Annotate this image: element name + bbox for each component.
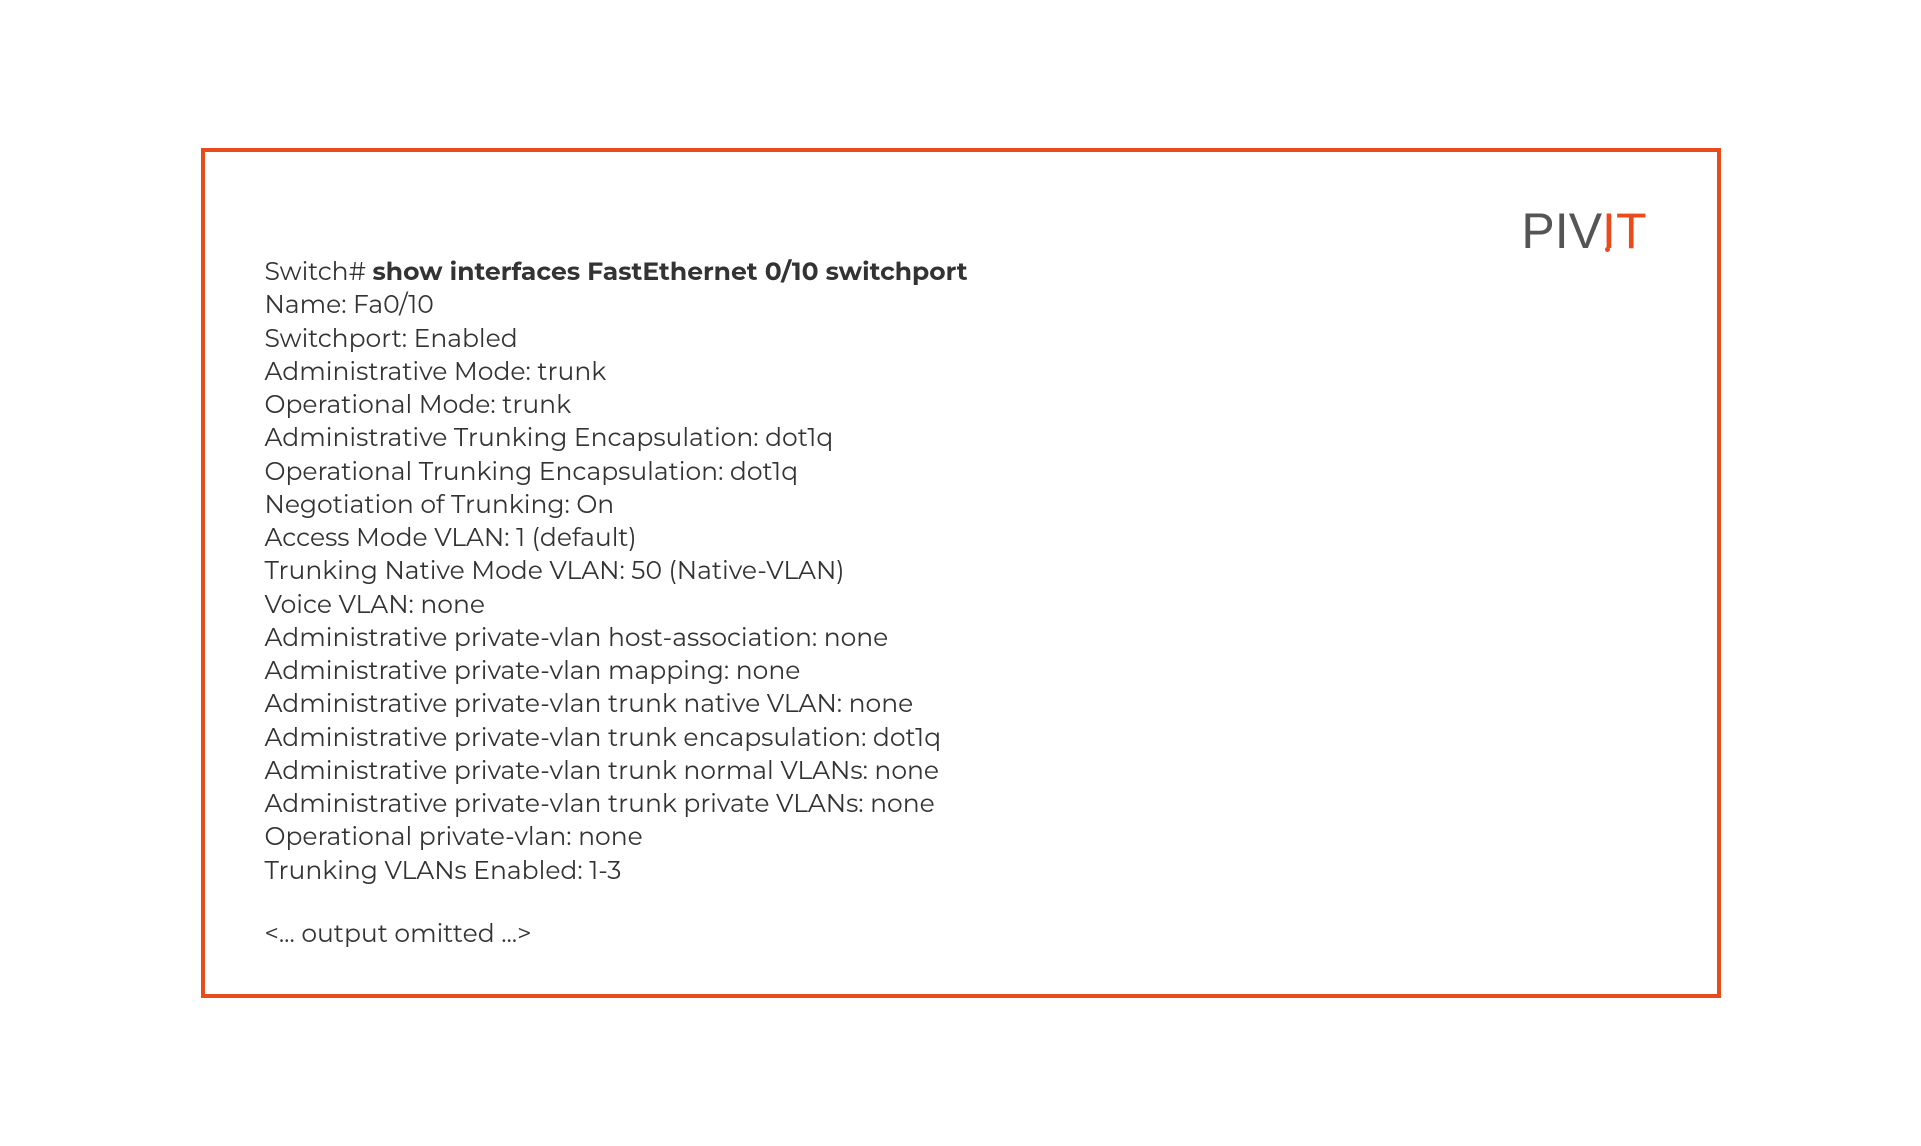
output-line: Negotiation of Trunking: On [265, 490, 1657, 521]
output-line: Administrative Mode: trunk [265, 357, 1657, 388]
pivit-logo: PIVIT [1521, 202, 1646, 260]
output-line: Operational Mode: trunk [265, 390, 1657, 421]
command-line: Switch# show interfaces FastEthernet 0/1… [265, 257, 1657, 288]
terminal-output: Switch# show interfaces FastEthernet 0/1… [265, 257, 1657, 950]
logo-char-t: T [1616, 202, 1647, 260]
output-line: Administrative private-vlan mapping: non… [265, 656, 1657, 687]
output-line: Administrative Trunking Encapsulation: d… [265, 423, 1657, 454]
output-line: Administrative private-vlan trunk normal… [265, 756, 1657, 787]
output-line: Operational private-vlan: none [265, 822, 1657, 853]
output-line: Access Mode VLAN: 1 (default) [265, 523, 1657, 554]
output-line: Name: Fa0/10 [265, 290, 1657, 321]
output-omitted: <... output omitted ...> [265, 919, 1657, 950]
output-line: Switchport: Enabled [265, 324, 1657, 355]
output-line: Administrative private-vlan host-associa… [265, 623, 1657, 654]
output-line: Trunking VLANs Enabled: 1-3 [265, 856, 1657, 887]
output-line: Administrative private-vlan trunk native… [265, 689, 1657, 720]
logo-char-i1: I [1555, 202, 1569, 260]
output-line: Trunking Native Mode VLAN: 50 (Native-VL… [265, 556, 1657, 587]
output-line: Administrative private-vlan trunk privat… [265, 789, 1657, 820]
output-line: Voice VLAN: none [265, 590, 1657, 621]
document-frame: PIVIT Switch# show interfaces FastEthern… [201, 148, 1721, 998]
output-line: Operational Trunking Encapsulation: dot1… [265, 457, 1657, 488]
prompt: Switch# [265, 257, 373, 287]
command: show interfaces FastEthernet 0/10 switch… [373, 257, 968, 287]
logo-char-i2: I [1602, 202, 1616, 260]
logo-char-v: V [1569, 202, 1602, 260]
output-line: Administrative private-vlan trunk encaps… [265, 723, 1657, 754]
logo-char-p: P [1521, 202, 1554, 260]
